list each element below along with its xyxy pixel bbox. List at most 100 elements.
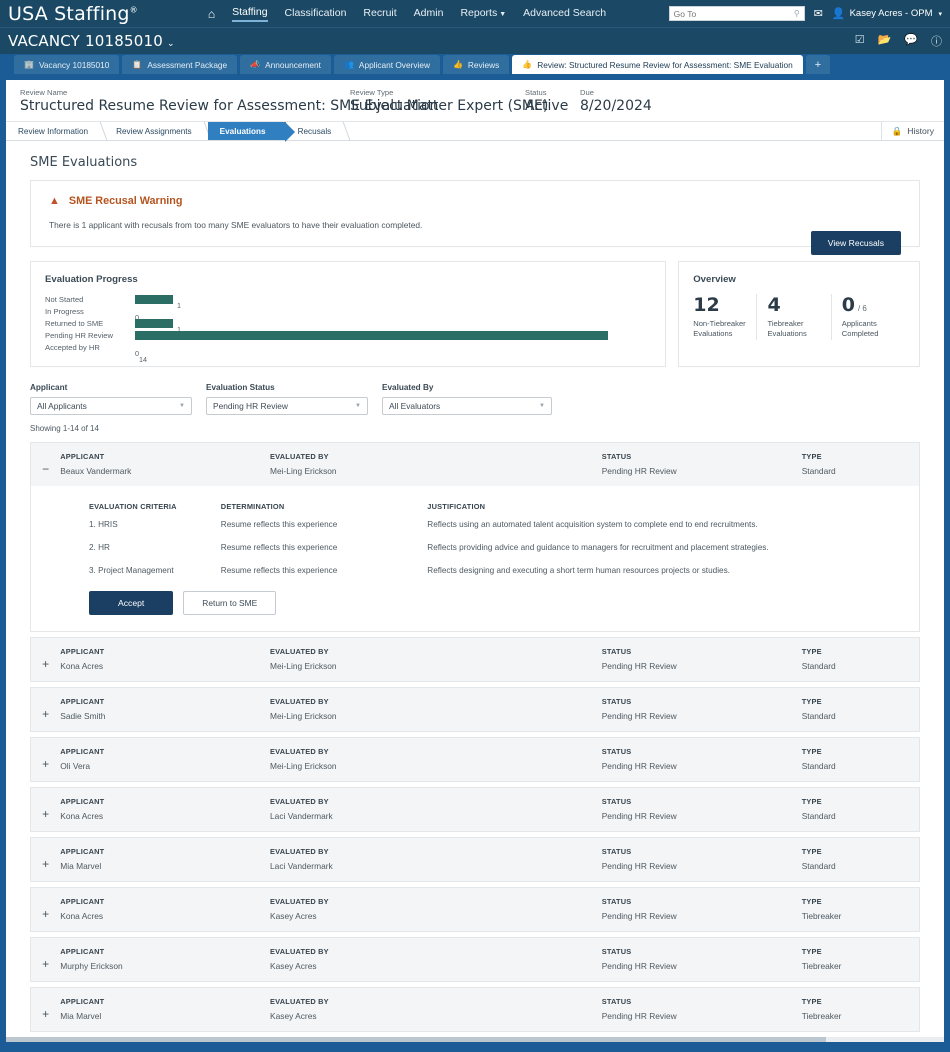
add-tab-button[interactable]: + bbox=[805, 55, 831, 74]
chevron-down-icon: ▼ bbox=[355, 403, 361, 409]
applicant-select[interactable]: All Applicants ▼ bbox=[30, 397, 192, 415]
tasks-icon[interactable]: ☑ bbox=[855, 33, 865, 49]
overview-stats: 12 Non-Tiebreaker Evaluations 4 Tiebreak… bbox=[693, 294, 905, 340]
evaluation-row: + APPLICANT Oli Vera EVALUATED BY Mei-Ling… bbox=[30, 737, 920, 782]
review-status-value: Active bbox=[525, 98, 569, 114]
column-header-status: STATUS bbox=[601, 897, 632, 906]
accept-button[interactable]: Accept bbox=[89, 591, 174, 615]
column-header-status: STATUS bbox=[601, 747, 632, 756]
breadcrumb-review-assignments[interactable]: Review Assignments bbox=[104, 122, 208, 140]
breadcrumb-review-information[interactable]: Review Information bbox=[6, 122, 104, 140]
tab-review-sme-evaluation[interactable]: 👍 Review: Structured Resume Review for As… bbox=[512, 55, 803, 74]
breadcrumb-evaluations[interactable]: Evaluations bbox=[207, 122, 295, 142]
tab-reviews[interactable]: 👍 Reviews bbox=[442, 55, 510, 74]
cell-type: TYPE Standard bbox=[802, 797, 909, 821]
evaluator-name: Mei-Ling Erickson bbox=[270, 761, 337, 771]
nav-recruit[interactable]: Recruit bbox=[363, 7, 396, 21]
evaluated-by-select-value: All Evaluators bbox=[389, 401, 441, 411]
breadcrumb-recusals[interactable]: Recusals bbox=[286, 122, 348, 140]
window-bottom-frame bbox=[0, 1042, 950, 1052]
expand-toggle[interactable]: + bbox=[31, 897, 60, 920]
cell-applicant: APPLICANT Kona Acres bbox=[60, 797, 270, 821]
evaluation-row-header[interactable]: − APPLICANT Beaux Vandermark EVALUATED B… bbox=[31, 443, 919, 486]
cell-evaluated-by: EVALUATED BY Mei-Ling Erickson bbox=[270, 647, 602, 671]
applicant-name: Sadie Smith bbox=[60, 711, 106, 721]
tab-label: Reviews bbox=[467, 59, 500, 70]
megaphone-icon: 📣 bbox=[250, 60, 261, 69]
comment-icon[interactable]: 💬 bbox=[904, 33, 918, 49]
bar-row: In Progress 0 bbox=[45, 306, 651, 322]
cell-type: TYPE Standard bbox=[802, 452, 909, 476]
nav-classification[interactable]: Classification bbox=[285, 7, 347, 21]
type-value: Standard bbox=[801, 711, 836, 721]
tab-assessment-package[interactable]: 📋 Assessment Package bbox=[122, 55, 238, 74]
chevron-down-icon: ▼ bbox=[539, 403, 545, 409]
evaluation-row: + APPLICANT Mia Marvel EVALUATED BY Kasey … bbox=[30, 987, 920, 1032]
column-header-applicant: APPLICANT bbox=[60, 647, 105, 656]
evaluation-row-header[interactable]: + APPLICANT Kona Acres EVALUATED BY Kasey … bbox=[31, 888, 919, 931]
evaluation-row-header[interactable]: + APPLICANT Kona Acres EVALUATED BY Mei-Li… bbox=[31, 638, 919, 681]
tab-label: Announcement bbox=[265, 59, 321, 70]
return-to-sme-button[interactable]: Return to SME bbox=[183, 591, 277, 615]
criteria-determination: Resume reflects this experience bbox=[220, 520, 338, 529]
review-status-block: Status Active bbox=[525, 88, 580, 114]
bar-label: Accepted by HR bbox=[45, 343, 100, 352]
cell-status: STATUS Pending HR Review bbox=[602, 797, 802, 821]
evaluated-by-select[interactable]: All Evaluators ▼ bbox=[382, 397, 552, 415]
expand-toggle[interactable]: + bbox=[31, 997, 60, 1020]
home-icon[interactable]: ⌂ bbox=[208, 8, 215, 20]
cell-applicant: APPLICANT Sadie Smith bbox=[60, 697, 270, 721]
expand-toggle[interactable]: + bbox=[31, 847, 60, 870]
evaluation-row-header[interactable]: + APPLICANT Mia Marvel EVALUATED BY Kasey … bbox=[31, 988, 919, 1031]
cell-evaluated-by: EVALUATED BY Kasey Acres bbox=[270, 897, 602, 921]
criteria-name: 2. HR bbox=[89, 543, 110, 552]
cell-type: TYPE Tiebreaker bbox=[802, 897, 909, 921]
evaluation-status-select[interactable]: Pending HR Review ▼ bbox=[206, 397, 368, 415]
expand-toggle[interactable]: + bbox=[31, 747, 60, 770]
tab-applicant-overview[interactable]: 👥 Applicant Overview bbox=[333, 55, 440, 74]
expand-toggle[interactable]: + bbox=[31, 797, 60, 820]
view-recusals-button[interactable]: View Recusals bbox=[810, 231, 901, 255]
column-header-status: STATUS bbox=[601, 452, 632, 461]
goto-search-box[interactable]: ⚲ bbox=[668, 6, 805, 21]
criteria-row: 3. Project Management Resume reflects th… bbox=[31, 566, 919, 589]
evaluation-row-header[interactable]: + APPLICANT Kona Acres EVALUATED BY Laci V… bbox=[31, 788, 919, 831]
cell-status: STATUS Pending HR Review bbox=[602, 947, 802, 971]
cell-status: STATUS Pending HR Review bbox=[602, 897, 802, 921]
page-content: Review Name Structured Resume Review for… bbox=[6, 80, 944, 1042]
stats-row: Evaluation Progress Not Started 1 In Pro… bbox=[30, 261, 920, 367]
evaluation-row-header[interactable]: + APPLICANT Mia Marvel EVALUATED BY Laci V… bbox=[31, 838, 919, 881]
tab-announcement[interactable]: 📣 Announcement bbox=[240, 55, 331, 74]
search-icon[interactable]: ⚲ bbox=[794, 9, 800, 18]
expand-toggle[interactable]: + bbox=[31, 697, 60, 720]
expand-toggle[interactable]: + bbox=[31, 647, 60, 670]
evaluation-row-header[interactable]: + APPLICANT Oli Vera EVALUATED BY Mei-Ling… bbox=[31, 738, 919, 781]
stat-value: 12 bbox=[693, 294, 720, 316]
nav-reports[interactable]: Reports ▼ bbox=[460, 7, 506, 21]
expand-toggle[interactable]: + bbox=[31, 947, 60, 970]
column-header-evaluated-by: EVALUATED BY bbox=[270, 647, 329, 656]
nav-admin[interactable]: Admin bbox=[414, 7, 444, 21]
folder-icon[interactable]: 📂 bbox=[878, 33, 892, 49]
history-button[interactable]: 🔒 History bbox=[880, 122, 934, 140]
evaluation-row-header[interactable]: + APPLICANT Sadie Smith EVALUATED BY Mei-L… bbox=[31, 688, 919, 731]
app-logo: USA Staffing® bbox=[8, 3, 146, 25]
building-icon: 🏢 bbox=[24, 60, 34, 69]
nav-staffing[interactable]: Staffing bbox=[232, 6, 268, 22]
evaluator-name: Laci Vandermark bbox=[270, 861, 333, 871]
type-value: Tiebreaker bbox=[801, 1011, 842, 1021]
collapse-toggle[interactable]: − bbox=[31, 452, 60, 475]
page-title: SME Evaluations bbox=[30, 155, 138, 170]
search-input[interactable] bbox=[673, 8, 800, 19]
user-menu[interactable]: 👤 Kasey Acres - OPM ▾ bbox=[832, 7, 942, 20]
help-icon[interactable]: ⓘ bbox=[931, 33, 942, 49]
status-value: Pending HR Review bbox=[601, 861, 677, 871]
nav-advanced-search[interactable]: Advanced Search bbox=[523, 7, 606, 21]
envelope-icon[interactable]: ✉ bbox=[814, 7, 823, 20]
cell-status: STATUS Pending HR Review bbox=[602, 697, 802, 721]
tab-vacancy[interactable]: 🏢 Vacancy 10185010 bbox=[14, 55, 120, 74]
cell-type: TYPE Standard bbox=[802, 847, 909, 871]
evaluation-row-header[interactable]: + APPLICANT Murphy Erickson EVALUATED BY K… bbox=[31, 938, 919, 981]
vacancy-title-menu[interactable]: VACANCY 10185010 ⌄ bbox=[8, 32, 175, 50]
filter-bar: Applicant All Applicants ▼ Evaluation St… bbox=[30, 383, 920, 415]
